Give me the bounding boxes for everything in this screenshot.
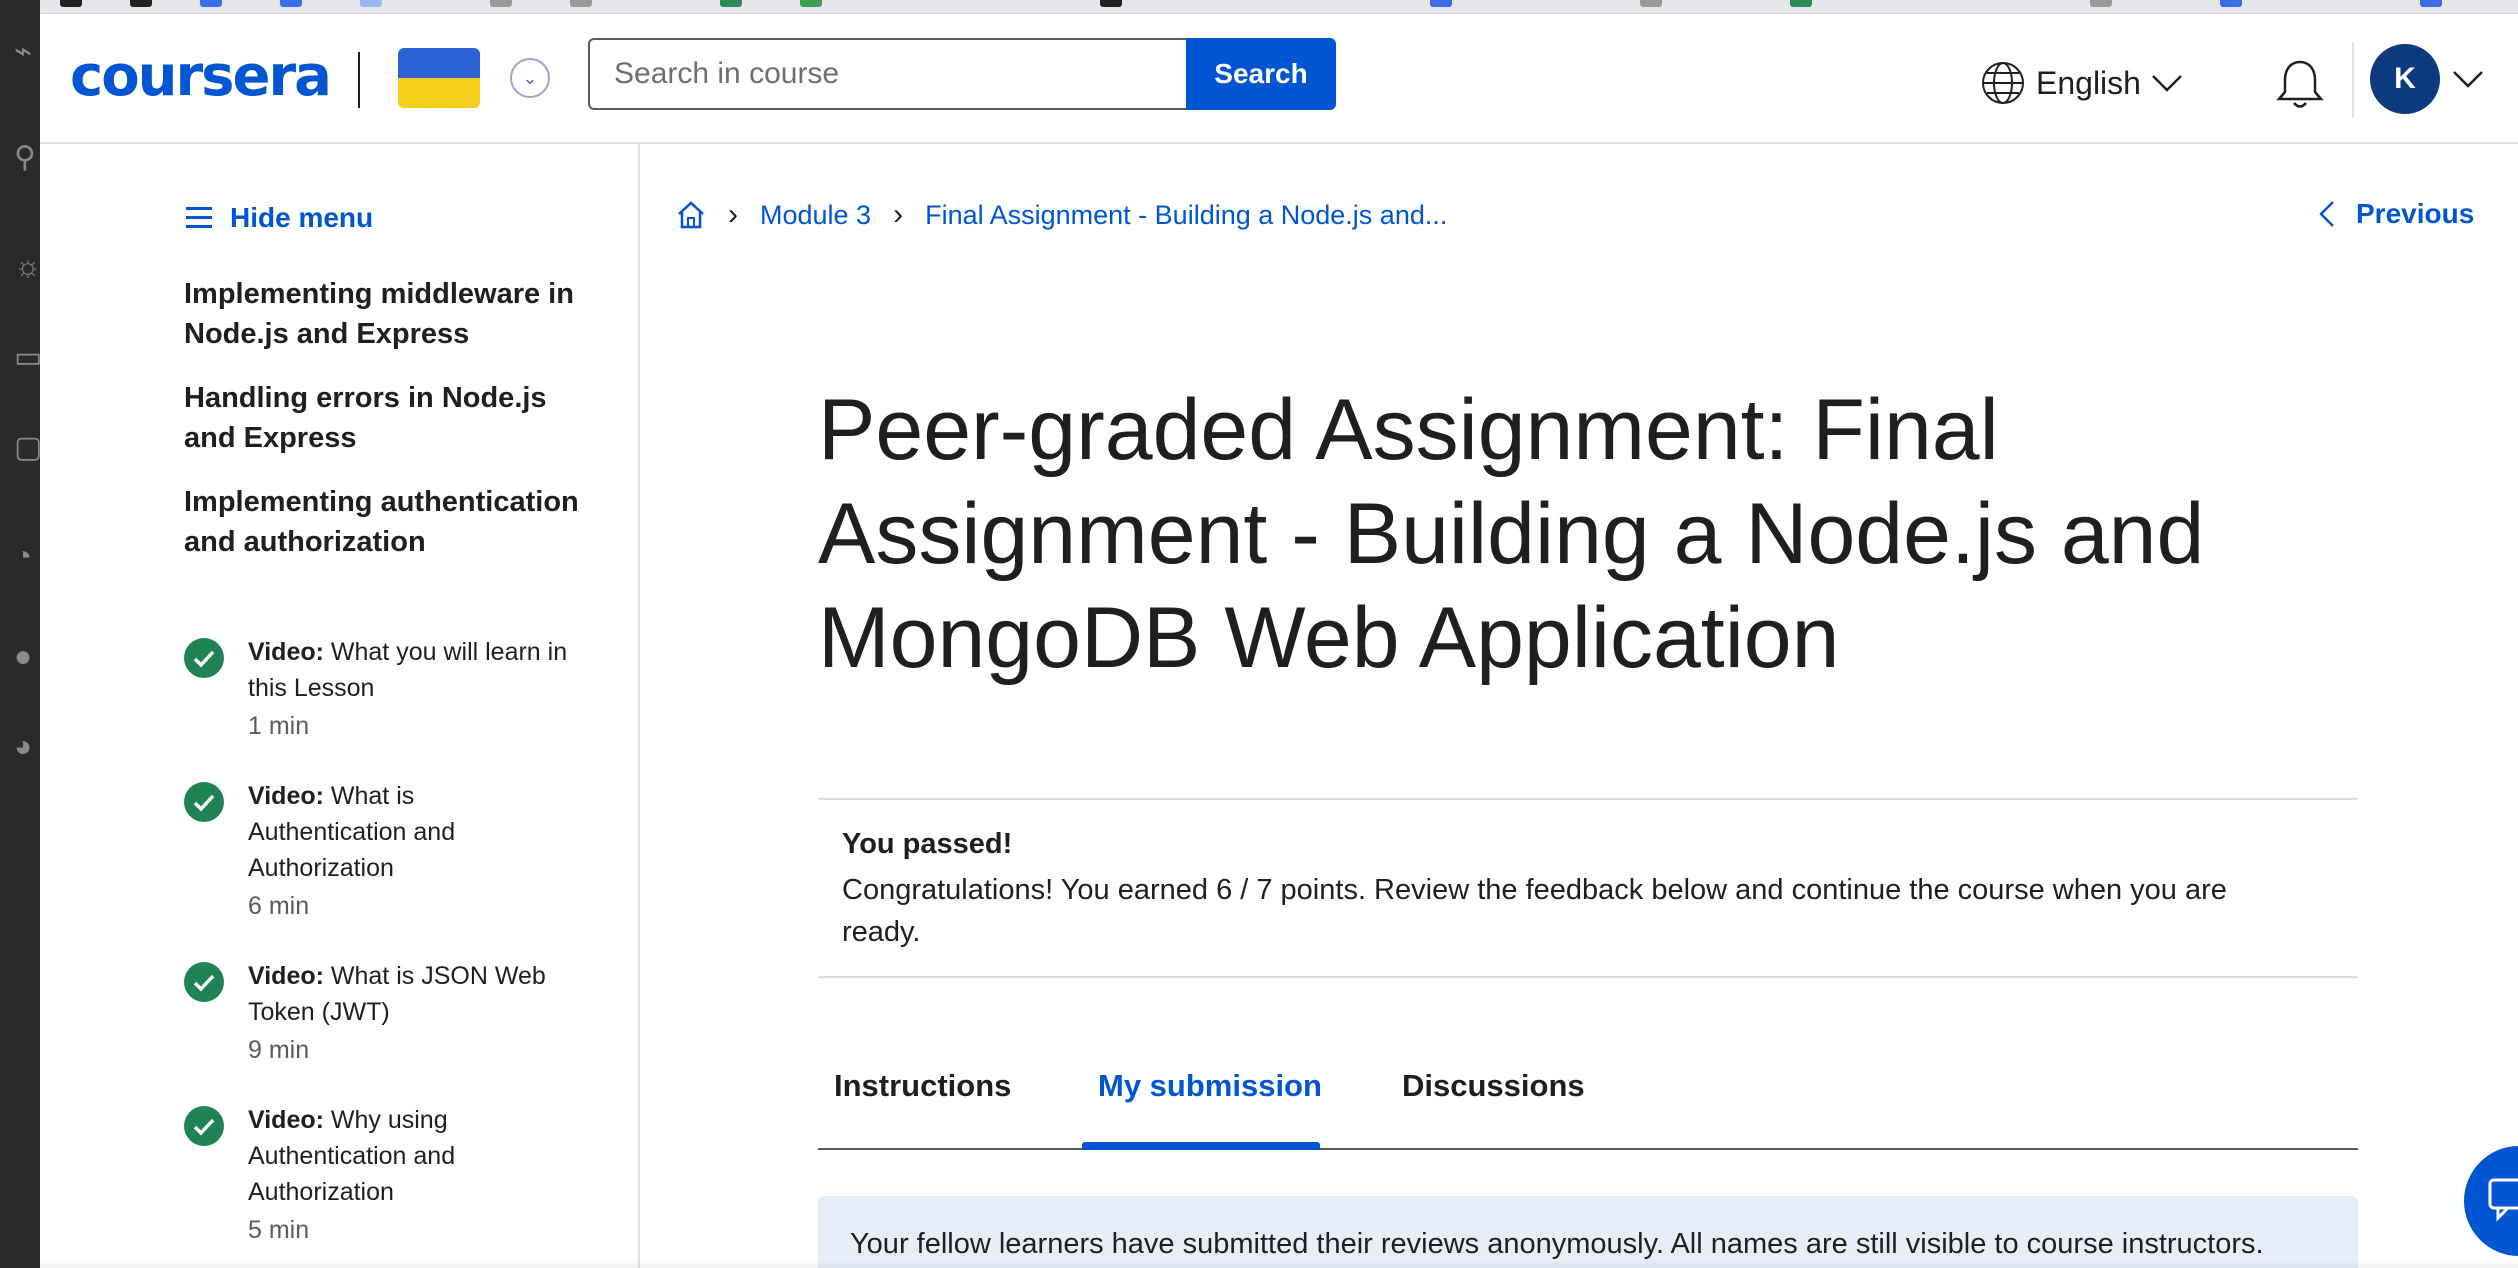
browser-tab[interactable]: [130, 0, 152, 7]
sidebar-item-label: Video: Why using Authentication and Auth…: [248, 1102, 578, 1210]
coursera-logo[interactable]: coursera: [70, 44, 332, 109]
previous-button[interactable]: Previous: [2318, 198, 2474, 230]
avatar[interactable]: K: [2370, 44, 2440, 114]
header-divider: [2352, 42, 2354, 118]
passed-notice: You passed! Congratulations! You earned …: [818, 798, 2358, 978]
language-label: English: [2036, 64, 2141, 101]
breadcrumb-module[interactable]: Module 3: [760, 200, 871, 231]
page-title: Peer-graded Assignment: Final Assignment…: [818, 382, 2205, 686]
chevron-down-icon: [2152, 75, 2182, 92]
desktop-icon: ☼: [14, 250, 42, 283]
notice-body: Congratulations! You earned 6 / 7 points…: [842, 874, 2227, 948]
item-type: Video:: [248, 782, 324, 810]
browser-tab[interactable]: [570, 0, 592, 7]
browser-tab[interactable]: [1790, 0, 1812, 7]
anonymous-review-note: Your fellow learners have submitted thei…: [818, 1196, 2358, 1268]
menu-icon: [186, 207, 212, 228]
breadcrumb-current[interactable]: Final Assignment - Building a Node.js an…: [925, 200, 1447, 231]
previous-label: Previous: [2356, 198, 2475, 229]
chevron-left-icon: [2319, 201, 2334, 227]
browser-tab[interactable]: [1100, 0, 1122, 7]
feedback-chat-button[interactable]: [2464, 1146, 2518, 1256]
search-button[interactable]: Search: [1186, 38, 1336, 110]
desktop-icon: ●: [14, 640, 33, 673]
desktop-icon: ⌁: [14, 35, 33, 68]
tab-instructions[interactable]: Instructions: [834, 1068, 1011, 1104]
chat-icon: [2488, 1178, 2518, 1222]
tab-my-submission[interactable]: My submission: [1098, 1068, 1322, 1104]
ukraine-flag-icon[interactable]: [398, 48, 480, 108]
item-duration: 5 min: [248, 1216, 310, 1244]
language-selector[interactable]: English: [1980, 58, 2183, 108]
browser-tab-strip: [40, 0, 2518, 14]
chevron-down-icon[interactable]: [2450, 64, 2486, 94]
notice-title: You passed!: [842, 828, 1013, 860]
item-duration: 6 min: [248, 892, 310, 920]
bell-icon[interactable]: [2270, 54, 2330, 114]
browser-tab[interactable]: [800, 0, 822, 7]
browser-tab[interactable]: [1430, 0, 1452, 7]
desktop-icon: ▢: [14, 431, 43, 464]
browser-tab[interactable]: [490, 0, 512, 7]
browser-tab[interactable]: [2090, 0, 2112, 7]
sidebar-item-label: Video: What is JSON Web Token (JWT): [248, 958, 578, 1030]
sidebar-section-errors[interactable]: Handling errors in Node.js and Express: [184, 378, 584, 458]
breadcrumb: › Module 3 › Final Assignment - Building…: [676, 198, 1447, 232]
item-type: Video:: [248, 638, 324, 666]
desktop-icon: ⚲: [14, 141, 36, 174]
site-header: coursera ⌄ Search in course Search Engli…: [40, 14, 2518, 144]
tab-discussions[interactable]: Discussions: [1402, 1068, 1585, 1104]
page-bottom-edge: [40, 1260, 2518, 1268]
chevron-right-icon: ›: [893, 198, 904, 231]
assignment-tabs: Instructions My submission Discussions: [818, 1050, 2358, 1150]
hide-menu-button[interactable]: Hide menu: [186, 202, 373, 234]
item-duration: 1 min: [248, 712, 310, 740]
browser-tab[interactable]: [2220, 0, 2242, 7]
desktop-edge-strip: ⌁ ⚲ ☼ ▭ ▢ ◔ ● ◕: [0, 0, 43, 1268]
hide-menu-label: Hide menu: [230, 202, 374, 233]
sidebar-section-auth[interactable]: Implementing authentication and authoriz…: [184, 482, 584, 562]
check-circle-icon: [184, 962, 224, 1002]
browser-tab[interactable]: [1640, 0, 1662, 7]
item-duration: 9 min: [248, 1036, 310, 1064]
course-sidebar: Hide menu Implementing middleware in Nod…: [40, 144, 640, 1268]
browser-tab[interactable]: [360, 0, 382, 7]
desktop-icon: ◔: [14, 540, 33, 573]
search-input[interactable]: Search in course: [588, 38, 1196, 110]
check-circle-icon: [184, 1106, 224, 1146]
desktop-icon: ▭: [14, 341, 43, 374]
browser-tab-active[interactable]: [2420, 0, 2442, 7]
check-circle-icon: [184, 782, 224, 822]
sidebar-item-label: Video: What you will learn in this Lesso…: [248, 634, 578, 706]
check-circle-icon: [184, 638, 224, 678]
active-tab-indicator: [1082, 1142, 1320, 1150]
browser-tab[interactable]: [200, 0, 222, 7]
browser-tab[interactable]: [720, 0, 742, 7]
item-type: Video:: [248, 1106, 324, 1134]
item-type: Video:: [248, 962, 324, 990]
browser-tab[interactable]: [280, 0, 302, 7]
globe-icon: [1982, 62, 2024, 104]
home-icon[interactable]: [676, 200, 706, 230]
chevron-right-icon: ›: [728, 198, 738, 231]
sidebar-item-label: Video: What is Authentication and Author…: [248, 778, 578, 886]
chevron-down-icon[interactable]: ⌄: [510, 58, 550, 98]
sidebar-section-middleware[interactable]: Implementing middleware in Node.js and E…: [184, 274, 584, 354]
logo-divider: [358, 52, 360, 108]
browser-tab[interactable]: [60, 0, 82, 7]
desktop-icon: ◕: [14, 730, 33, 763]
